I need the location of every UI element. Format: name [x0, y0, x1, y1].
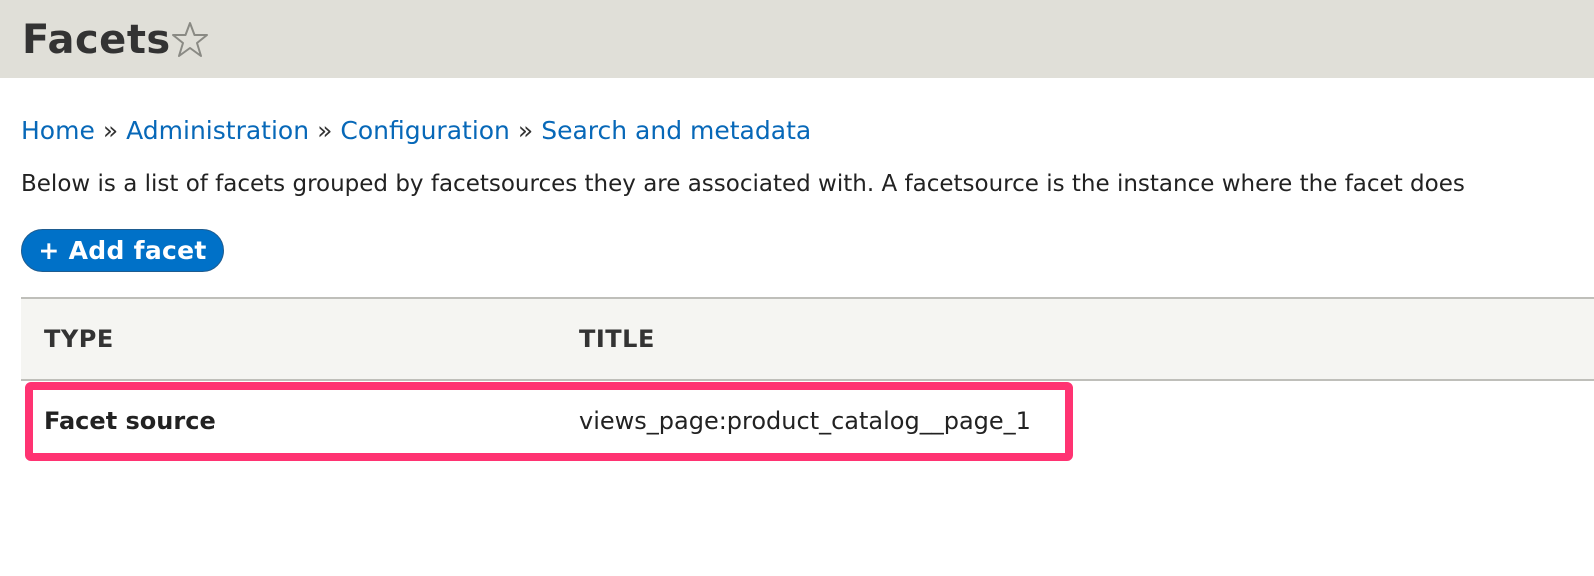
row-title-cell: views_page:product_catalog__page_1	[579, 407, 1031, 435]
breadcrumb-separator: »	[317, 116, 333, 145]
page-title: Facets	[22, 17, 171, 63]
breadcrumb-separator: »	[102, 116, 119, 145]
breadcrumb-administration-link[interactable]: Administration	[126, 116, 309, 145]
table-header: TYPE TITLE	[21, 297, 1594, 381]
breadcrumb-configuration-link[interactable]: Configuration	[340, 116, 510, 145]
column-header-type[interactable]: TYPE	[44, 299, 114, 379]
facets-table: TYPE TITLE Facet source views_page:produ…	[21, 297, 1594, 461]
breadcrumb: Home» Administration» Configuration» Search…	[21, 114, 811, 148]
breadcrumb-home-link[interactable]: Home	[21, 116, 95, 145]
row-type-cell: Facet source	[44, 407, 216, 435]
star-icon[interactable]	[170, 20, 210, 60]
breadcrumb-search-metadata-link[interactable]: Search and metadata	[541, 116, 811, 145]
breadcrumb-separator: »	[517, 116, 534, 145]
table-row: Facet source views_page:product_catalog_…	[21, 381, 1594, 461]
page-description: Below is a list of facets grouped by fac…	[21, 171, 1465, 197]
page-header: Facets	[0, 0, 1594, 78]
add-facet-button[interactable]: + Add facet	[21, 229, 224, 272]
column-header-title[interactable]: TITLE	[579, 299, 655, 379]
